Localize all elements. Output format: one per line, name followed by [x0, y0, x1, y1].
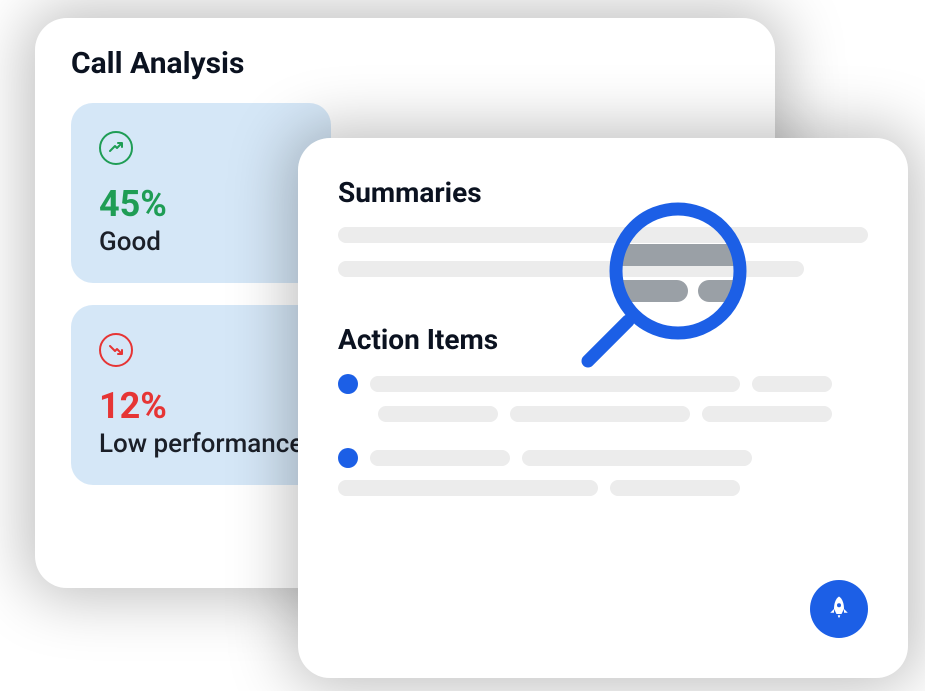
action-items-title: Action Items — [338, 323, 868, 356]
action-item-row — [338, 448, 868, 496]
stat-label-good: Good — [99, 227, 303, 257]
summaries-title: Summaries — [338, 176, 868, 209]
stat-label-low: Low performance — [99, 429, 303, 459]
stat-value-low: 12% — [99, 385, 303, 427]
action-item-row — [338, 374, 868, 422]
rocket-icon[interactable] — [810, 580, 868, 638]
bullet-icon — [338, 374, 358, 394]
trend-up-icon — [99, 131, 133, 165]
summaries-placeholder — [338, 227, 868, 277]
stat-box-low: 12% Low performance — [71, 305, 331, 485]
bullet-icon — [338, 448, 358, 468]
stat-value-good: 45% — [99, 183, 303, 225]
summaries-card: Summaries Action Items — [298, 138, 908, 678]
action-items-section: Action Items — [338, 323, 868, 496]
trend-down-icon — [99, 333, 133, 367]
call-analysis-title: Call Analysis — [71, 46, 739, 81]
stat-box-good: 45% Good — [71, 103, 331, 283]
